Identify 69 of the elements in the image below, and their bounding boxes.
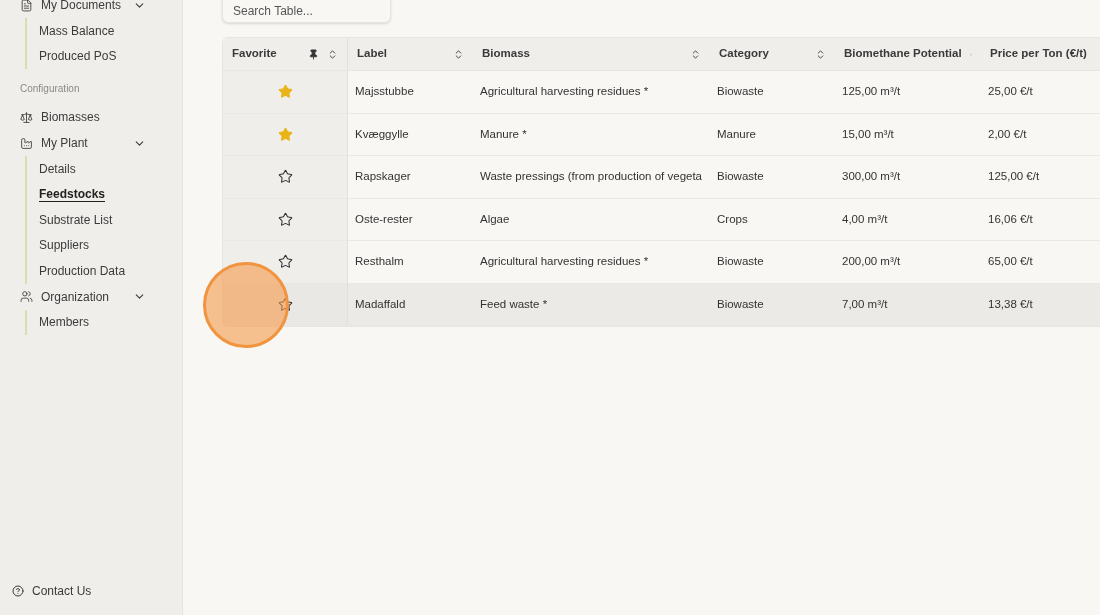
contact-link[interactable]: Contact Us: [12, 582, 170, 600]
column-header[interactable]: Biomethane Potential: [835, 38, 981, 70]
table-cell-text: Biowaste: [717, 254, 764, 270]
favorite-star-icon[interactable]: [277, 169, 293, 185]
favorite-star-icon[interactable]: [277, 296, 293, 312]
table-cell-text: Biowaste: [717, 169, 764, 185]
nav-subitem[interactable]: Substrate List: [39, 210, 113, 229]
table-cell-text: Oste-rester: [355, 211, 413, 227]
table-cell-text: Madaffald: [355, 296, 406, 312]
table-cell-text: Biowaste: [717, 84, 764, 100]
table-cell-text: Rapskager: [355, 169, 411, 185]
section-heading: Configuration: [19, 82, 81, 96]
column-header[interactable]: Label: [348, 38, 473, 70]
column-header[interactable]: Category: [710, 38, 835, 70]
table-cell-text: 300,00 m³/t: [842, 169, 901, 185]
table-cell-text: 2,00 €/t: [988, 126, 1027, 142]
nav-subitem[interactable]: Suppliers: [39, 236, 90, 255]
table-row[interactable]: Majsstubbe Agricultural harvesting residues * Biowaste 125,00 m³/t 25,00 €/t: [223, 71, 1100, 114]
table-cell-text: 125,00 m³/t: [842, 84, 901, 100]
table-cell-text: Majsstubbe: [355, 84, 414, 100]
column-header[interactable]: Price per Ton (€/t): [981, 38, 1100, 70]
table-cell-text: 200,00 m³/t: [842, 254, 901, 270]
table-cell-text: Manure *: [480, 126, 527, 142]
table-cell-text: Crops: [717, 211, 748, 227]
column-header[interactable]: Biomass: [473, 38, 710, 70]
table-cell-text: Agricultural harvesting residues *: [480, 84, 649, 100]
table-cell-text: Algae: [480, 211, 510, 227]
favorite-star-icon[interactable]: [277, 211, 293, 227]
nav-subitem[interactable]: Details: [39, 159, 76, 178]
nav-icon: [20, 290, 33, 303]
table-cell-text: Resthalm: [355, 254, 404, 270]
table-cell-text: 15,00 m³/t: [842, 126, 894, 142]
table-row[interactable]: Resthalm Agricultural harvesting residues * Biowaste 200,00 m³/t 65,00 €/t: [223, 241, 1100, 284]
nav-item[interactable]: Organization: [12, 283, 170, 310]
column-header[interactable]: Favorite: [223, 38, 348, 70]
table-cell-text: 125,00 €/t: [988, 169, 1040, 185]
nav-item[interactable]: My Plant: [12, 130, 170, 156]
table-cell-text: Kvæggylle: [355, 126, 409, 142]
nav-subitem[interactable]: Production Data: [39, 261, 126, 280]
nav-subitem[interactable]: Mass Balance: [39, 21, 115, 40]
nav-subitem[interactable]: Members: [39, 313, 89, 332]
table-cell-text: 7,00 m³/t: [842, 296, 888, 312]
table-cell-text: Manure: [717, 126, 756, 142]
pin-icon[interactable]: [308, 48, 319, 60]
favorite-star-icon[interactable]: [277, 126, 293, 142]
table-cell-text: 13,38 €/t: [988, 296, 1033, 312]
table-row[interactable]: Madaffald Feed waste * Biowaste 7,00 m³/t 13,38 €/t: [223, 283, 1100, 326]
nav-item[interactable]: Biomasses: [12, 104, 170, 130]
table-cell-text: Feed waste *: [480, 296, 548, 312]
nav-subitem[interactable]: Feedstocks: [39, 186, 106, 202]
table-cell-text: 65,00 €/t: [988, 254, 1033, 270]
nav-icon: [20, 110, 33, 124]
search-field[interactable]: Search Table...: [222, 0, 391, 23]
favorite-star-icon[interactable]: [277, 254, 293, 270]
table-cell-text: Agricultural harvesting residues *: [480, 254, 649, 270]
table-cell-text: Biowaste: [717, 296, 764, 312]
table-cell-text: 25,00 €/t: [988, 84, 1033, 100]
table-cell-text: Waste pressings (from production of vegeta: [480, 169, 702, 185]
help-icon: [12, 585, 24, 597]
table-row[interactable]: Oste-rester Algae Crops 4,00 m³/t 16,06 €/t: [223, 198, 1100, 241]
table-cell-text: 4,00 m³/t: [842, 211, 888, 227]
nav-icon: [20, 0, 33, 12]
nav-subitem[interactable]: Produced PoS: [39, 47, 117, 66]
table-cell-text: 16,06 €/t: [988, 211, 1033, 227]
table-row[interactable]: Kvæggylle Manure * Manure 15,00 m³/t 2,00 €/t: [223, 113, 1100, 156]
nav-icon: [20, 136, 33, 150]
favorite-star-icon[interactable]: [277, 84, 293, 100]
nav-item[interactable]: My Documents: [12, 0, 170, 18]
table-row[interactable]: Rapskager Waste pressings (from production of vegeta Biowaste 300,00 m³/t 125,00 €/t: [223, 156, 1100, 199]
